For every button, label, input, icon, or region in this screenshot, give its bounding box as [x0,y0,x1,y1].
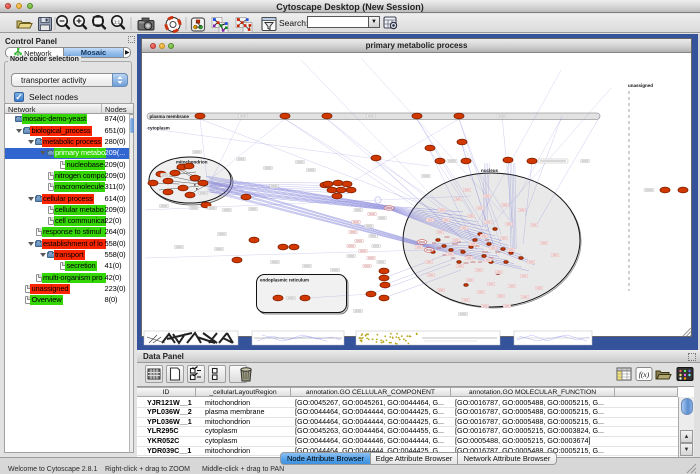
svg-text:endoplasmic reticulum: endoplasmic reticulum [260,278,309,283]
svg-text:nucleus: nucleus [481,168,499,173]
svg-text:unassigned: unassigned [628,83,653,88]
svg-text:1:1: 1:1 [114,20,121,25]
svg-text:plasma membrane: plasma membrane [150,114,190,119]
svg-text:f(x): f(x) [639,370,650,379]
